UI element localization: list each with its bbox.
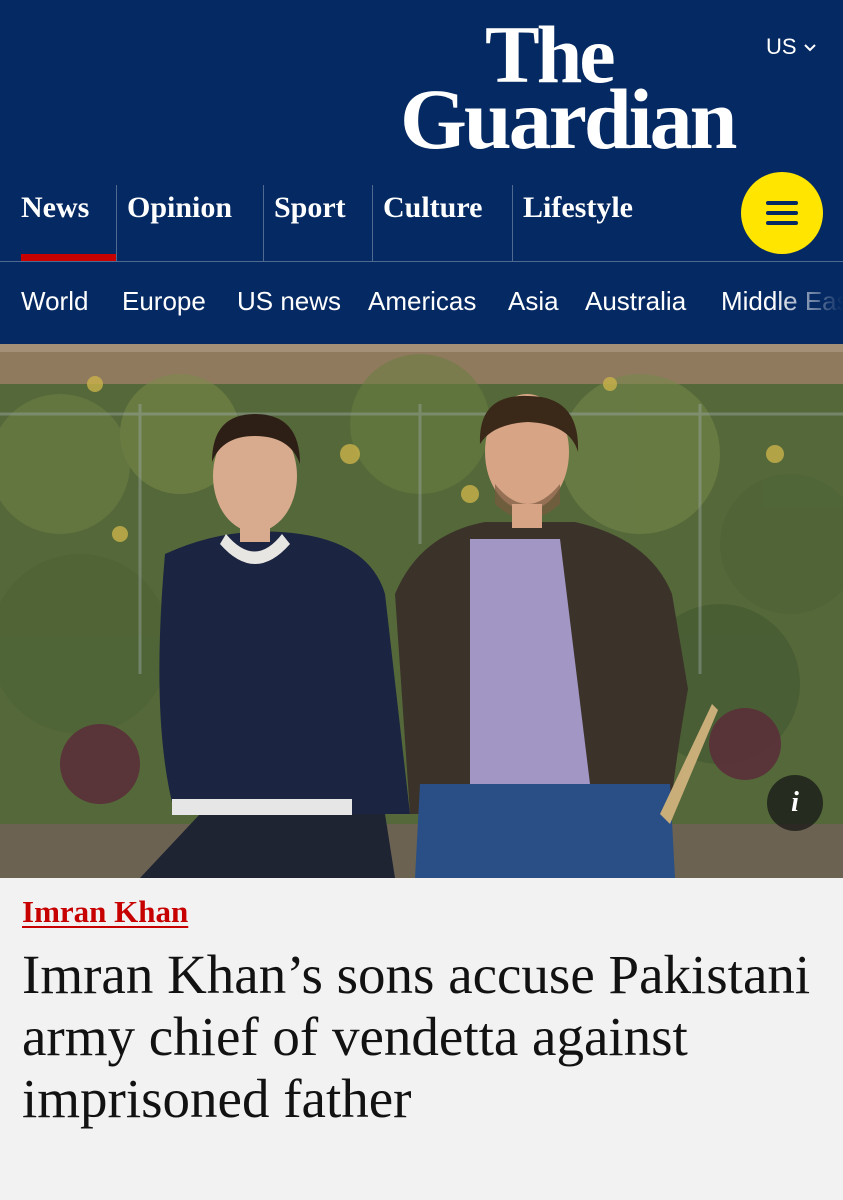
- pillar-sport[interactable]: Sport: [263, 185, 372, 261]
- subnav-us-news[interactable]: US news: [237, 286, 341, 317]
- pillar-news[interactable]: News: [21, 185, 116, 261]
- hamburger-icon-bar: [766, 201, 798, 205]
- article-headline: Imran Khan’s sons accuse Pakistani army …: [22, 944, 811, 1129]
- subnav-australia[interactable]: Australia: [585, 286, 686, 317]
- hero-image: i: [0, 344, 843, 878]
- article-header: Imran Khan Imran Khan’s sons accuse Paki…: [0, 878, 843, 1200]
- image-info-button[interactable]: i: [767, 775, 823, 831]
- masthead: US The Guardian News Opinion Sport Cultu…: [0, 0, 843, 344]
- hero-photo: [0, 344, 843, 878]
- pillar-nav: News Opinion Sport Culture Lifestyle: [0, 185, 843, 261]
- subnav-americas[interactable]: Americas: [368, 286, 476, 317]
- sub-nav: World Europe US news Americas Asia Austr…: [0, 262, 843, 344]
- info-icon: i: [791, 787, 799, 818]
- subnav-europe[interactable]: Europe: [122, 286, 206, 317]
- subnav-asia[interactable]: Asia: [508, 286, 559, 317]
- subnav-world[interactable]: World: [21, 286, 88, 317]
- series-kicker-link[interactable]: Imran Khan: [22, 894, 188, 930]
- pillar-lifestyle[interactable]: Lifestyle: [512, 185, 662, 261]
- logo-line-2: Guardian: [400, 71, 737, 167]
- menu-button[interactable]: [741, 172, 823, 254]
- pillar-culture[interactable]: Culture: [372, 185, 512, 261]
- hamburger-icon-bar: [766, 211, 798, 215]
- pillar-opinion[interactable]: Opinion: [116, 185, 263, 261]
- subnav-fade: [773, 262, 843, 344]
- guardian-logo[interactable]: The Guardian: [400, 14, 825, 164]
- hamburger-icon-bar: [766, 221, 798, 225]
